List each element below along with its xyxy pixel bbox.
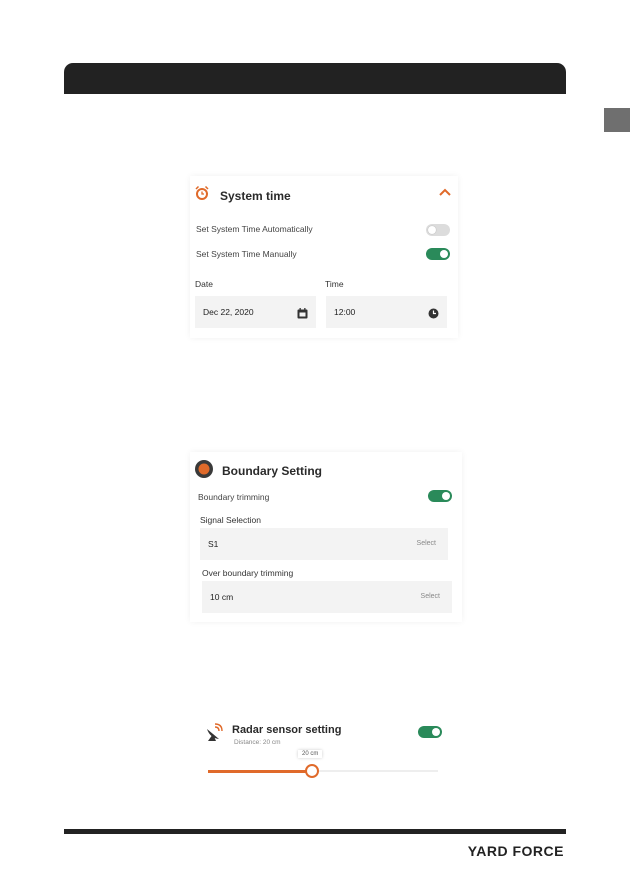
date-value: Dec 22, 2020 — [203, 307, 254, 317]
system-time-panel: System time Set System Time Automaticall… — [190, 176, 458, 338]
boundary-trimming-toggle[interactable] — [428, 490, 452, 502]
signal-selection-label: Signal Selection — [200, 515, 261, 525]
footer-divider — [64, 829, 566, 834]
chapter-side-tab — [604, 108, 630, 132]
boundary-setting-title: Boundary Setting — [222, 464, 323, 478]
slider-tooltip: 20 cm — [298, 750, 323, 758]
calendar-icon — [297, 306, 308, 319]
system-time-title: System time — [220, 189, 291, 203]
radar-distance-slider[interactable]: 20 cm — [208, 750, 438, 778]
signal-selection-field[interactable]: S1 Select — [200, 528, 448, 560]
signal-selection-value: S1 — [208, 539, 219, 549]
slider-thumb[interactable] — [305, 764, 319, 778]
over-boundary-label: Over boundary trimming — [202, 568, 294, 578]
over-boundary-field[interactable]: 10 cm Select — [202, 581, 452, 613]
brand-logo-text: YARD FORCE — [467, 843, 564, 859]
radar-sensor-title: Radar sensor setting — [232, 724, 342, 736]
date-field[interactable]: Dec 22, 2020 — [195, 296, 316, 328]
record-dot-icon — [195, 460, 213, 478]
manual-time-label: Set System Time Manually — [196, 249, 297, 259]
time-label: Time — [325, 279, 344, 289]
boundary-trimming-label: Boundary trimming — [198, 492, 270, 502]
radar-sensor-toggle[interactable] — [418, 726, 442, 738]
time-field[interactable]: 12:00 — [326, 296, 447, 328]
clock-icon — [428, 306, 439, 319]
page-header-bar — [64, 63, 566, 94]
over-boundary-select-link[interactable]: Select — [421, 593, 440, 600]
auto-time-label: Set System Time Automatically — [196, 224, 313, 234]
date-label: Date — [195, 279, 213, 289]
chevron-up-icon[interactable] — [438, 184, 452, 196]
signal-select-link[interactable]: Select — [417, 540, 436, 547]
auto-time-toggle[interactable] — [426, 224, 450, 236]
satellite-dish-icon — [204, 722, 224, 742]
radar-sensor-panel: Radar sensor setting Distance: 20 cm 20 … — [196, 714, 448, 784]
manual-time-toggle[interactable] — [426, 248, 450, 260]
slider-fill — [208, 769, 312, 773]
radar-distance-subtitle: Distance: 20 cm — [234, 739, 281, 746]
time-value: 12:00 — [334, 307, 356, 317]
alarm-clock-icon — [194, 185, 210, 201]
boundary-setting-panel: Boundary Setting Boundary trimming Signa… — [190, 452, 462, 622]
over-boundary-value: 10 cm — [210, 592, 234, 602]
